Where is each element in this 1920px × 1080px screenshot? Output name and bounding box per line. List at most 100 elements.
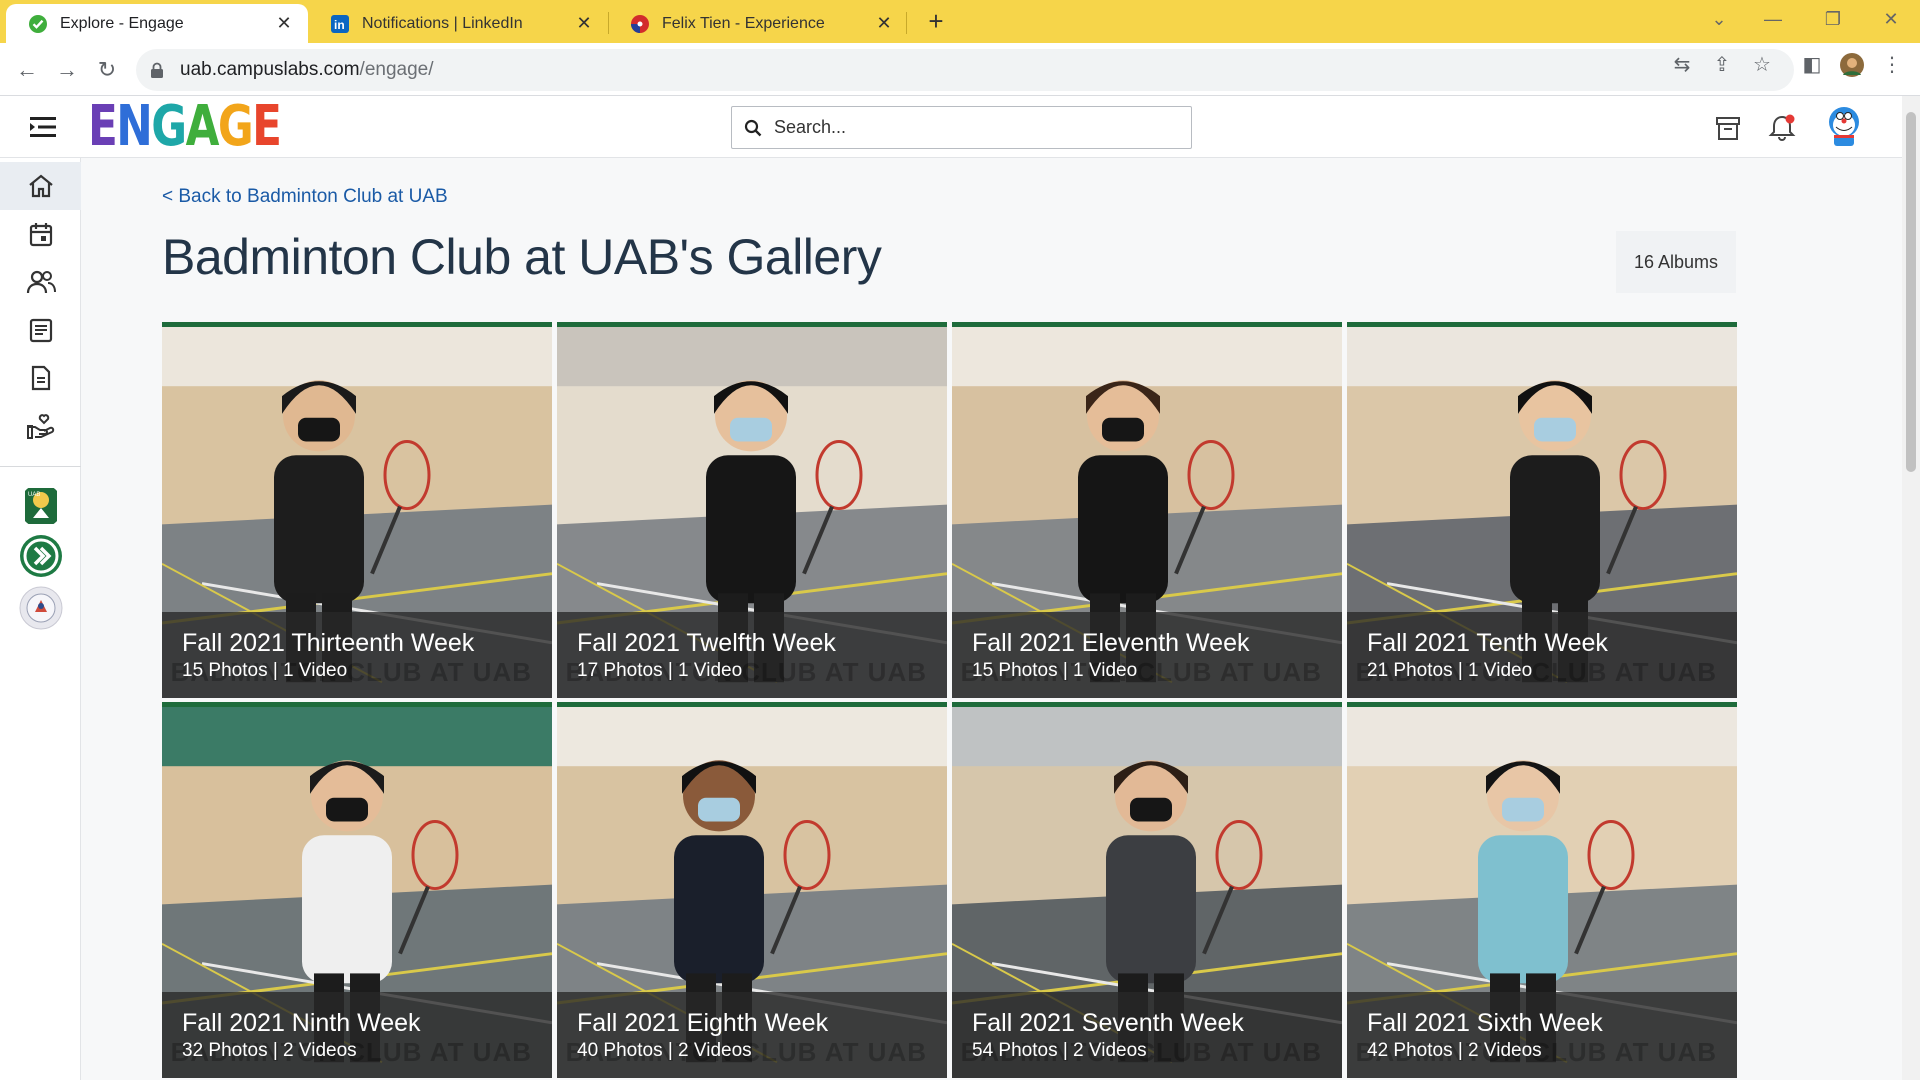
forward-arrow-icon[interactable]: → [52,55,82,85]
search-box[interactable] [731,106,1192,149]
svg-text:UAB: UAB [28,492,40,498]
album-title: Fall 2021 Sixth Week [1367,1009,1603,1037]
calendar-icon [29,223,52,247]
back-to-club-link[interactable]: < Back to Badminton Club at UAB [162,186,448,208]
album-title: Fall 2021 Eighth Week [577,1009,829,1037]
album-title: Fall 2021 Ninth Week [182,1009,421,1037]
album-title: Fall 2021 Eleventh Week [972,629,1250,657]
archive-box-icon[interactable] [1712,112,1744,144]
album-card[interactable]: BADMINTON CLUB AT UAB Fall 2021 Eighth We… [557,702,947,1078]
album-media-count: 32 Photos | 2 Videos [182,1040,357,1061]
new-tab-button[interactable]: + [921,6,951,36]
logo-letter: G [217,94,254,159]
logo-letter: A [185,94,220,159]
share-icon[interactable]: ⇪ [1710,53,1734,77]
left-sidebar: UAB [0,158,81,1080]
reload-icon[interactable]: ↻ [92,55,122,85]
album-card[interactable]: BADMINTON CLUB AT UAB Fall 2021 Ninth Wee… [162,702,552,1078]
address-bar[interactable]: uab.campuslabs.com/engage/ [136,49,1794,91]
form-document-icon [31,365,50,391]
album-card[interactable]: BADMINTON CLUB AT UAB Fall 2021 Eleventh … [952,322,1342,698]
chrome-menu-icon[interactable]: ⋮ [1880,53,1904,77]
sidebar-item-events[interactable] [0,210,81,258]
sidebar-divider [0,466,81,467]
page-title: Badminton Club at UAB's Gallery [162,229,882,285]
hand-heart-icon [26,414,54,439]
svg-text:in: in [334,18,345,32]
app-header: ENGAGE [0,96,1902,158]
side-panel-icon[interactable]: ◧ [1800,53,1824,77]
tab-separator [906,12,907,34]
scrollbar-thumb[interactable] [1906,112,1916,472]
menu-toggle-icon[interactable] [28,114,58,140]
browser-tab-engage[interactable]: Explore - Engage ✕ [6,4,308,43]
user-avatar[interactable] [1822,104,1866,148]
tab-title: Notifications | LinkedIn [362,14,523,32]
linkedin-icon: in [330,14,350,34]
album-caption: BADMINTON CLUB AT UAB Fall 2021 Thirteent… [162,612,552,698]
translate-icon[interactable]: ⇆ [1670,53,1694,77]
logo-letter: N [116,94,153,159]
logo-letter: G [151,94,187,159]
album-card[interactable]: BADMINTON CLUB AT UAB Fall 2021 Thirteent… [162,322,552,698]
uab-seal-logo[interactable] [19,586,63,630]
album-media-count: 17 Photos | 1 Video [577,660,743,681]
badminton-club-logo[interactable]: UAB [19,484,63,528]
sidebar-item-news[interactable] [0,306,81,354]
album-card[interactable]: BADMINTON CLUB AT UAB Fall 2021 Twelfth W… [557,322,947,698]
sidebar-item-service[interactable] [0,402,81,450]
sidebar-item-forms[interactable] [0,354,81,402]
engage-check-icon [28,14,48,34]
back-arrow-icon[interactable]: ← [12,55,42,85]
restore-icon[interactable]: ❐ [1810,0,1856,40]
vertical-scrollbar[interactable] [1902,96,1920,1080]
sidebar-item-organizations[interactable] [0,258,81,306]
album-caption: BADMINTON CLUB AT UAB Fall 2021 Seventh W… [952,992,1342,1078]
album-title: Fall 2021 Seventh Week [972,1009,1244,1037]
bookmark-star-icon[interactable]: ☆ [1750,53,1774,77]
tab-title: Explore - Engage [60,14,184,32]
browser-toolbar: ← → ↻ uab.campuslabs.com/engage/ ⇆ ⇪ ☆ ◧… [0,43,1920,96]
url-path: /engage/ [359,59,434,80]
album-card[interactable]: BADMINTON CLUB AT UAB Fall 2021 Seventh W… [952,702,1342,1078]
album-media-count: 15 Photos | 1 Video [182,660,348,681]
album-title: Fall 2021 Tenth Week [1367,629,1608,657]
close-tab-icon[interactable]: ✕ [574,13,594,34]
browser-tab-experience[interactable]: Felix Tien - Experience ✕ [608,4,908,43]
profile-avatar-icon[interactable] [1840,53,1864,77]
album-media-count: 54 Photos | 2 Videos [972,1040,1147,1061]
close-tab-icon[interactable]: ✕ [874,13,894,34]
album-card[interactable]: BADMINTON CLUB AT UAB Fall 2021 Sixth Wee… [1347,702,1737,1078]
url-host: uab.campuslabs.com [180,59,360,80]
url-text: uab.campuslabs.com/engage/ [180,59,434,81]
news-icon [29,318,52,343]
notification-bell-icon[interactable] [1766,112,1798,144]
minimize-icon[interactable]: — [1750,0,1796,40]
album-caption: BADMINTON CLUB AT UAB Fall 2021 Ninth Wee… [162,992,552,1078]
album-media-count: 15 Photos | 1 Video [972,660,1138,681]
browser-tab-linkedin[interactable]: in Notifications | LinkedIn ✕ [308,4,608,43]
sidebar-item-home[interactable] [0,162,81,210]
album-caption: BADMINTON CLUB AT UAB Fall 2021 Eighth We… [557,992,947,1078]
tab-search-icon[interactable]: ⌄ [1696,0,1742,40]
logo-letter: E [252,94,282,159]
album-caption: BADMINTON CLUB AT UAB Fall 2021 Eleventh … [952,612,1342,698]
search-input[interactable] [774,117,1174,138]
album-media-count: 40 Photos | 2 Videos [577,1040,752,1061]
album-title: Fall 2021 Twelfth Week [577,629,836,657]
logo-letter: E [88,94,118,159]
album-card[interactable]: BADMINTON CLUB AT UAB Fall 2021 Tenth Wee… [1347,322,1737,698]
album-media-count: 42 Photos | 2 Videos [1367,1040,1542,1061]
album-caption: BADMINTON CLUB AT UAB Fall 2021 Sixth Wee… [1347,992,1737,1078]
album-media-count: 21 Photos | 1 Video [1367,660,1533,681]
engage-logo[interactable]: ENGAGE [88,94,282,159]
tab-title: Felix Tien - Experience [662,14,825,32]
home-icon [28,174,53,198]
album-caption: BADMINTON CLUB AT UAB Fall 2021 Twelfth W… [557,612,947,698]
album-caption: BADMINTON CLUB AT UAB Fall 2021 Tenth Wee… [1347,612,1737,698]
close-tab-icon[interactable]: ✕ [274,13,294,34]
flag-globe-icon [630,14,650,34]
engage-green-logo[interactable] [19,534,63,578]
people-icon [26,270,56,294]
close-window-icon[interactable]: ✕ [1868,0,1914,40]
